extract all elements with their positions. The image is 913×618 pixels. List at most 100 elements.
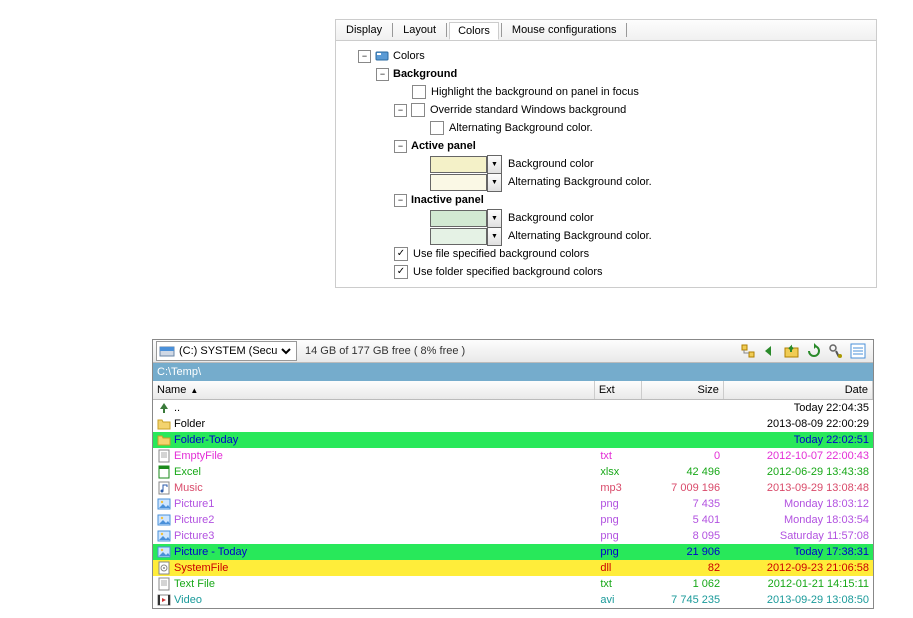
label-override: Override standard Windows background — [430, 104, 626, 116]
file-size: 8 095 — [643, 530, 724, 542]
label-alternating: Alternating Background color. — [449, 122, 593, 134]
file-name: Text File — [174, 578, 215, 590]
file-type-icon — [157, 529, 171, 543]
drive-icon — [159, 343, 175, 359]
file-row[interactable]: Musicmp37 009 1962013-09-29 13:08:48 — [153, 480, 873, 496]
file-row[interactable]: Picture1png7 435Monday 18:03:12 — [153, 496, 873, 512]
tree-background-label: Background — [393, 68, 457, 80]
dropdown-button[interactable]: ▼ — [487, 155, 502, 174]
file-type-icon — [157, 593, 171, 607]
file-ext: xlsx — [596, 466, 643, 478]
expand-toggle[interactable]: − — [358, 50, 371, 63]
file-row[interactable]: Excelxlsx42 4962012-06-29 13:43:38 — [153, 464, 873, 480]
file-size: 7 009 196 — [643, 482, 724, 494]
tab-colors[interactable]: Colors — [449, 22, 499, 40]
file-type-icon — [157, 497, 171, 511]
file-date: Monday 18:03:54 — [724, 514, 873, 526]
file-size: 42 496 — [643, 466, 724, 478]
tab-mouse[interactable]: Mouse configurations — [504, 22, 625, 38]
file-date: 2012-01-21 14:15:11 — [724, 578, 873, 590]
file-row[interactable]: Folder-Today Today 22:02:51 — [153, 432, 873, 448]
checkbox-file-colors[interactable] — [394, 247, 408, 261]
file-size: 21 906 — [643, 546, 724, 558]
inactive-bg-swatch[interactable] — [430, 210, 487, 227]
file-date: 2012-09-23 21:06:58 — [724, 562, 873, 574]
file-row[interactable]: Folder 2013-08-09 22:00:29 — [153, 416, 873, 432]
tree-icon[interactable] — [740, 343, 756, 359]
file-list[interactable]: ..Today 22:04:35 Folder 2013-08-09 22:00:2… — [153, 400, 873, 608]
header-size[interactable]: Size — [642, 381, 723, 399]
file-row[interactable]: ..Today 22:04:35 — [153, 400, 873, 416]
drive-dropdown[interactable]: (C:) SYSTEM (Secu — [175, 344, 294, 358]
file-type-icon — [157, 465, 171, 479]
folder-up-icon[interactable] — [784, 343, 800, 359]
file-row[interactable]: SystemFiledll822012-09-23 21:06:58 — [153, 560, 873, 576]
file-type-icon — [157, 513, 171, 527]
history-back-icon[interactable] — [762, 343, 778, 359]
file-name: Music — [174, 482, 203, 494]
drive-selector[interactable]: (C:) SYSTEM (Secu — [156, 341, 297, 361]
file-row[interactable]: Picture - Todaypng21 906Today 17:38:31 — [153, 544, 873, 560]
file-type-icon — [157, 545, 171, 559]
file-type-icon — [157, 433, 171, 447]
file-name: SystemFile — [174, 562, 228, 574]
tab-layout[interactable]: Layout — [395, 22, 444, 38]
label-highlight: Highlight the background on panel in foc… — [431, 86, 639, 98]
file-ext: png — [596, 514, 643, 526]
file-name: Folder — [174, 418, 205, 430]
expand-toggle[interactable]: − — [394, 194, 407, 207]
expand-toggle[interactable]: − — [394, 104, 407, 117]
checkbox-folder-colors[interactable] — [394, 265, 408, 279]
file-date: 2013-08-09 22:00:29 — [724, 418, 873, 430]
header-name[interactable]: Name▲ — [153, 381, 595, 399]
file-name: Picture - Today — [174, 546, 247, 558]
label-active-alt: Alternating Background color. — [508, 176, 652, 188]
file-date: Today 22:02:51 — [724, 434, 873, 446]
file-row[interactable]: Picture2png5 401Monday 18:03:54 — [153, 512, 873, 528]
tabs-bar: Display Layout Colors Mouse configuratio… — [336, 20, 876, 41]
expand-toggle[interactable]: − — [394, 140, 407, 153]
file-type-icon — [157, 401, 171, 415]
header-ext[interactable]: Ext — [595, 381, 643, 399]
file-ext: png — [596, 530, 643, 542]
file-type-icon — [157, 577, 171, 591]
active-alt-swatch[interactable] — [430, 174, 487, 191]
file-row[interactable]: Videoavi7 745 2352013-09-29 13:08:50 — [153, 592, 873, 608]
file-date: 2012-10-07 22:00:43 — [724, 450, 873, 462]
file-size — [643, 435, 724, 446]
file-name: Picture1 — [174, 498, 214, 510]
file-name: Excel — [174, 466, 201, 478]
file-size — [643, 403, 724, 414]
file-date: 2013-09-29 13:08:50 — [724, 594, 873, 606]
view-details-icon[interactable] — [850, 343, 866, 359]
label-file-colors: Use file specified background colors — [413, 248, 589, 260]
expand-toggle[interactable]: − — [376, 68, 389, 81]
refresh-icon[interactable] — [806, 343, 822, 359]
dropdown-button[interactable]: ▼ — [487, 209, 502, 228]
active-bg-swatch[interactable] — [430, 156, 487, 173]
file-name: Video — [174, 594, 202, 606]
label-active-bg: Background color — [508, 158, 594, 170]
checkbox-override[interactable] — [411, 103, 425, 117]
dropdown-button[interactable]: ▼ — [487, 173, 502, 192]
drive-tools — [740, 343, 870, 359]
file-row[interactable]: EmptyFiletxt02012-10-07 22:00:43 — [153, 448, 873, 464]
file-size: 82 — [643, 562, 724, 574]
tree-root-label: Colors — [393, 50, 425, 62]
dropdown-button[interactable]: ▼ — [487, 227, 502, 246]
file-row[interactable]: Picture3png8 095Saturday 11:57:08 — [153, 528, 873, 544]
checkbox-alternating[interactable] — [430, 121, 444, 135]
file-date: Today 22:04:35 — [724, 402, 873, 414]
file-name: Folder-Today — [174, 434, 238, 446]
header-date[interactable]: Date — [724, 381, 873, 399]
file-date: Monday 18:03:12 — [724, 498, 873, 510]
filter-icon[interactable] — [828, 343, 844, 359]
inactive-alt-swatch[interactable] — [430, 228, 487, 245]
file-name: EmptyFile — [174, 450, 223, 462]
path-bar[interactable]: C:\Temp\ — [153, 363, 873, 381]
file-ext: mp3 — [596, 482, 643, 494]
file-row[interactable]: Text Filetxt1 0622012-01-21 14:15:11 — [153, 576, 873, 592]
label-folder-colors: Use folder specified background colors — [413, 266, 603, 278]
checkbox-highlight[interactable] — [412, 85, 426, 99]
tab-display[interactable]: Display — [338, 22, 390, 38]
